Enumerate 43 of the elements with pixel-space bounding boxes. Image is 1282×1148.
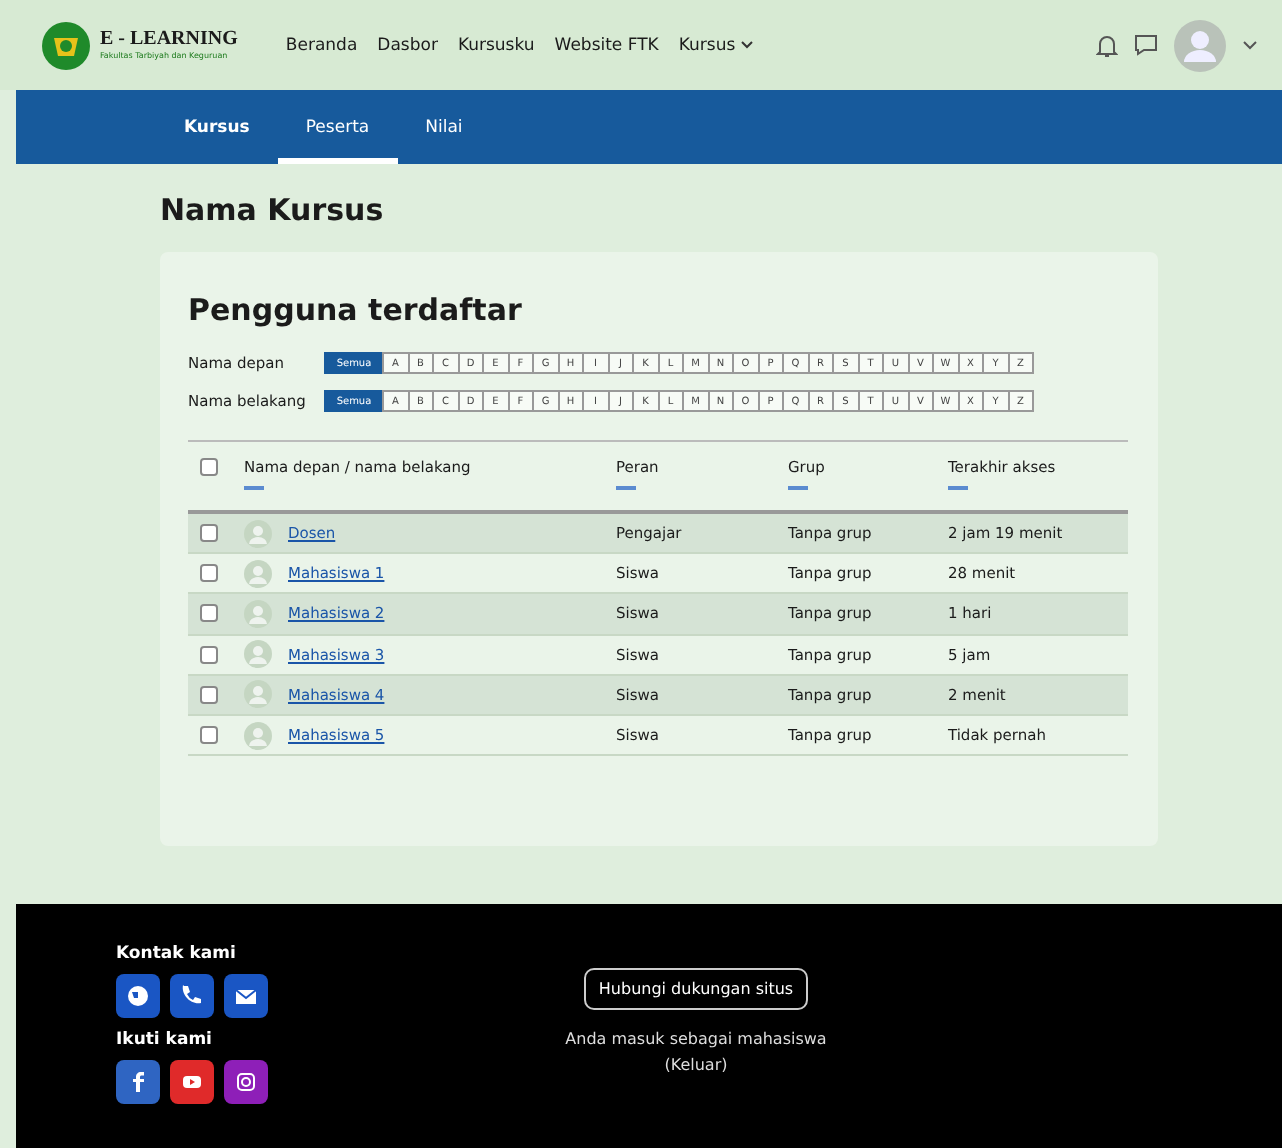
bell-icon[interactable] bbox=[1096, 33, 1118, 57]
footer-heading: Ikuti kami bbox=[116, 1030, 214, 1050]
row-checkbox[interactable] bbox=[200, 604, 218, 623]
sort-indicator bbox=[244, 486, 264, 490]
user-avatar-icon bbox=[244, 721, 272, 750]
sort-indicator bbox=[948, 486, 968, 490]
user-avatar-icon bbox=[244, 519, 272, 548]
login-info: Anda masuk sebagai mahasiswa bbox=[565, 1028, 827, 1052]
emblem-icon bbox=[40, 19, 92, 71]
caret-icon[interactable] bbox=[1242, 40, 1258, 50]
user-avatar-icon bbox=[244, 680, 272, 709]
nav-link[interactable]: Beranda bbox=[285, 35, 358, 55]
nav-link[interactable]: Website FTK bbox=[554, 35, 659, 55]
row-checkbox[interactable] bbox=[200, 524, 218, 543]
select-all-checkbox[interactable] bbox=[200, 458, 218, 476]
mail-icon[interactable] bbox=[224, 974, 268, 1018]
row-checkbox[interactable] bbox=[200, 645, 218, 664]
phone-icon[interactable] bbox=[170, 974, 214, 1018]
page-title: Nama Kursus bbox=[160, 192, 386, 228]
chat-icon[interactable] bbox=[1134, 34, 1158, 56]
sort-indicator bbox=[788, 486, 808, 490]
course-tab[interactable]: Peserta bbox=[277, 90, 398, 164]
footer-heading: Kontak kami bbox=[116, 944, 238, 964]
course-tab[interactable]: Kursus bbox=[156, 90, 278, 164]
row-checkbox[interactable] bbox=[200, 685, 218, 704]
youtube-icon[interactable] bbox=[170, 1060, 214, 1104]
row-checkbox[interactable] bbox=[200, 564, 218, 583]
course-tab[interactable]: Nilai bbox=[397, 90, 491, 164]
nav-link[interactable]: Kursus bbox=[678, 35, 754, 55]
sort-indicator bbox=[616, 486, 636, 490]
nav-link[interactable]: Kursusku bbox=[457, 35, 535, 55]
nav-link[interactable]: Dasbor bbox=[377, 35, 438, 55]
support-button[interactable]: Hubungi dukungan situs bbox=[584, 968, 808, 1010]
logout-link[interactable]: (Keluar) bbox=[664, 1052, 728, 1078]
instagram-icon[interactable] bbox=[224, 1060, 268, 1104]
card-title: Pengguna terdaftar bbox=[188, 292, 524, 328]
caret-icon bbox=[739, 40, 754, 50]
user-avatar-icon bbox=[244, 640, 272, 669]
row-checkbox[interactable] bbox=[200, 726, 218, 745]
user-avatar-icon bbox=[244, 559, 272, 588]
logo-title: E - LEARNING bbox=[100, 30, 238, 50]
facebook-icon[interactable] bbox=[116, 1060, 160, 1104]
user-avatar-icon bbox=[244, 599, 272, 628]
